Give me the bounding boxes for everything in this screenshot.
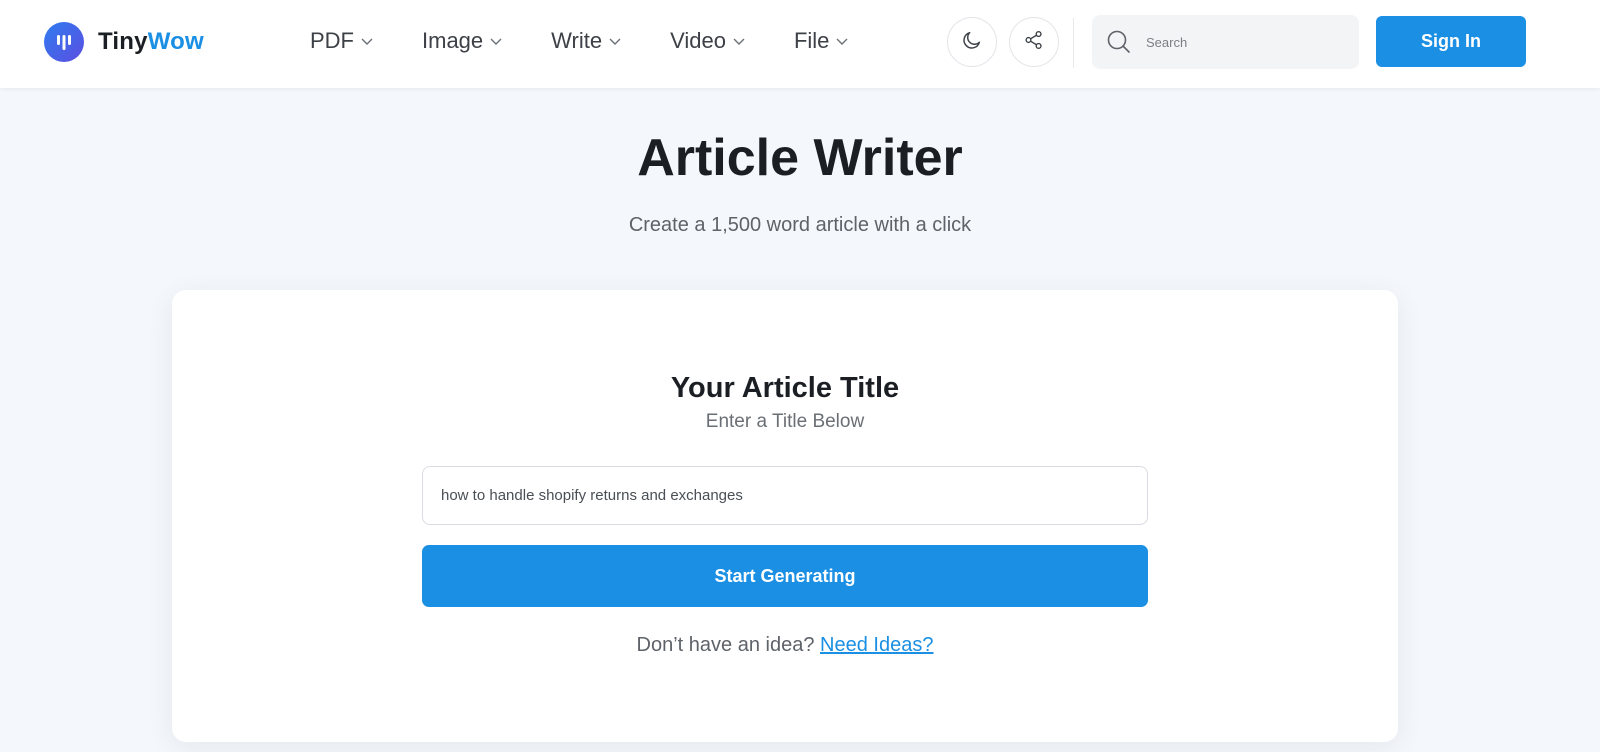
page-title: Article Writer [637,129,963,187]
nav-item-file[interactable]: File [794,28,849,54]
article-title-input[interactable] [422,466,1148,525]
nav-item-label: File [793,28,830,53]
moon-icon [961,29,983,56]
tinywow-logo-icon [44,22,84,62]
main-nav: PDF Image Write Video File [310,28,897,54]
logo-text: TinyWow [98,28,204,56]
chevron-down-icon [608,36,622,46]
top-header: TinyWow PDF Image Write Video File Searc… [0,0,1600,88]
chevron-down-icon [732,36,746,46]
nav-item-pdf[interactable]: PDF [310,28,374,54]
chevron-down-icon [360,36,374,46]
page-subtitle: Create a 1,500 word article with a click [628,214,972,236]
nav-item-label: Video [670,28,726,53]
nav-item-write[interactable]: Write [551,28,622,54]
logo-text-tiny: Tiny [98,28,148,55]
article-form-card: Your Article Title Enter a Title Below S… [172,290,1398,742]
search-box[interactable] [1092,15,1359,69]
nav-item-label: Write [551,28,603,53]
share-button[interactable] [1009,17,1059,67]
sign-in-button[interactable]: Sign In [1376,16,1526,67]
search-icon [1106,29,1132,55]
search-input[interactable] [1146,34,1336,50]
idea-prompt-text: Don’t have an idea? [636,634,815,656]
idea-prompt: Don’t have an idea? Need Ideas? [172,634,1398,657]
need-ideas-link[interactable]: Need Ideas? [820,634,933,656]
card-title: Your Article Title [670,372,900,404]
theme-toggle-button[interactable] [947,17,997,67]
logo-text-wow: Wow [147,28,204,55]
chevron-down-icon [835,36,849,46]
share-icon [1023,29,1045,56]
nav-item-label: Image [422,28,484,53]
header-divider [1073,18,1074,68]
start-generating-button[interactable]: Start Generating [422,545,1148,607]
nav-item-label: PDF [310,28,354,53]
nav-item-image[interactable]: Image [422,28,503,54]
logo[interactable]: TinyWow [44,22,204,62]
card-subtitle: Enter a Title Below [705,411,865,432]
chevron-down-icon [489,36,503,46]
nav-item-video[interactable]: Video [670,28,746,54]
